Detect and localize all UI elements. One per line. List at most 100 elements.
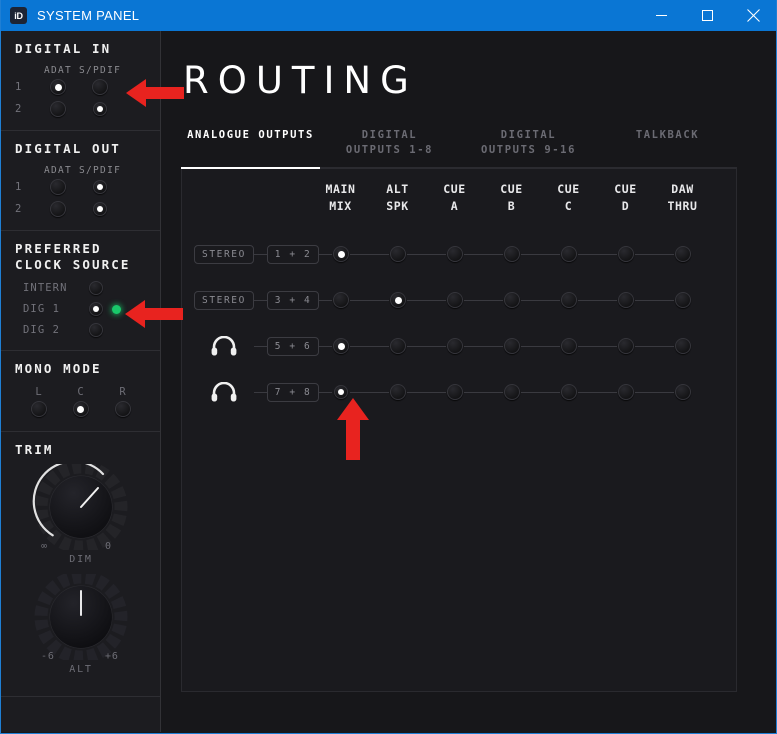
clock-dig1-radio[interactable] xyxy=(89,302,103,316)
arrow-row4-main-mix xyxy=(334,398,372,464)
route-7-8-cue-b[interactable] xyxy=(504,384,520,400)
routing-rows: STEREO 1 + 2 STEREO 3 + 4 5 + 6 7 + 8 xyxy=(182,231,738,415)
route-7-8-cue-d[interactable] xyxy=(618,384,634,400)
route-7-8-cue-a[interactable] xyxy=(447,384,463,400)
clock-option-label: INTERN xyxy=(23,282,68,294)
digital-in-2-adat-radio[interactable] xyxy=(50,101,66,117)
route-5-6-cue-a[interactable] xyxy=(447,338,463,354)
table-row: 7 + 8 xyxy=(182,369,738,415)
alt-knob[interactable] xyxy=(31,574,131,660)
route-3-4-cue-b[interactable] xyxy=(504,292,520,308)
tab-analogue-outputs[interactable]: ANALOGUE OUTPUTS xyxy=(181,128,320,169)
row-type-badge: STEREO xyxy=(194,290,254,310)
clock-dig2-led xyxy=(112,326,121,335)
tab-label-line1: DIGITAL xyxy=(361,129,418,141)
minimize-icon[interactable] xyxy=(638,0,684,31)
column-label-spdif: S/PDIF xyxy=(79,65,122,76)
digital-in-1-adat-radio[interactable] xyxy=(50,79,66,95)
connector xyxy=(464,391,503,393)
col-line1: CUE xyxy=(500,182,523,196)
route-3-4-cue-c[interactable] xyxy=(561,292,577,308)
route-1-2-cue-d[interactable] xyxy=(618,246,634,262)
section-mono-mode: MONO MODE L C R xyxy=(1,351,160,432)
route-1-2-main-mix[interactable] xyxy=(333,246,349,262)
alt-knob-name: ALT xyxy=(69,664,93,675)
digital-out-1-spdif-radio[interactable] xyxy=(93,180,107,194)
connector xyxy=(464,299,503,301)
sidebar-filler xyxy=(1,697,160,732)
headphone-icon xyxy=(194,336,254,356)
col-line1: ALT xyxy=(386,182,409,196)
column-header-cue-b: CUE B xyxy=(483,181,540,215)
route-5-6-cue-c[interactable] xyxy=(561,338,577,354)
col-line1: CUE xyxy=(557,182,580,196)
digital-in-2-spdif-radio[interactable] xyxy=(93,102,107,116)
system-panel-window: iD SYSTEM PANEL DIGITAL IN ADAT S/PDIF 1… xyxy=(0,0,777,734)
route-3-4-alt-spk[interactable] xyxy=(390,292,406,308)
maximize-icon[interactable] xyxy=(684,0,730,31)
headphone-icon xyxy=(194,382,254,402)
route-5-6-cue-d[interactable] xyxy=(618,338,634,354)
connector xyxy=(521,253,560,255)
col-line2: MIX xyxy=(329,199,352,213)
connector xyxy=(578,299,617,301)
digital-in-1-spdif-radio[interactable] xyxy=(92,79,108,95)
digital-out-2-spdif-radio[interactable] xyxy=(93,202,107,216)
route-3-4-daw-thru[interactable] xyxy=(675,292,691,308)
dim-knob-group: ∞ 0 DIM xyxy=(1,464,161,572)
digital-in-title: DIGITAL IN xyxy=(15,41,112,56)
route-1-2-alt-spk[interactable] xyxy=(390,246,406,262)
tab-label-line1: TALKBACK xyxy=(635,129,700,141)
route-3-4-cue-a[interactable] xyxy=(447,292,463,308)
tab-talkback[interactable]: TALKBACK xyxy=(598,128,737,169)
window-controls xyxy=(638,0,776,31)
clock-intern-radio[interactable] xyxy=(89,281,103,295)
row-pair-badge: 1 + 2 xyxy=(267,244,319,264)
mono-c-radio[interactable] xyxy=(72,401,89,417)
dim-knob[interactable] xyxy=(31,464,131,550)
route-5-6-main-mix[interactable] xyxy=(333,338,349,354)
connector xyxy=(254,253,267,255)
route-3-4-cue-d[interactable] xyxy=(618,292,634,308)
column-label-spdif: S/PDIF xyxy=(79,165,122,176)
route-5-6-alt-spk[interactable] xyxy=(390,338,406,354)
tab-digital-outputs-9-16[interactable]: DIGITAL OUTPUTS 9-16 xyxy=(459,128,598,169)
close-icon[interactable] xyxy=(730,0,776,31)
route-7-8-cue-c[interactable] xyxy=(561,384,577,400)
route-7-8-main-mix[interactable] xyxy=(334,385,348,399)
route-1-2-cue-c[interactable] xyxy=(561,246,577,262)
column-header-alt-spk: ALT SPK xyxy=(369,181,426,215)
mono-r-radio[interactable] xyxy=(114,401,131,417)
routing-column-headers: MAIN MIX ALT SPK CUE A CUE B CUE C CUE D… xyxy=(312,181,711,215)
connector xyxy=(521,345,560,347)
route-7-8-daw-thru[interactable] xyxy=(675,384,691,400)
mono-mode-radios xyxy=(1,401,160,417)
clock-intern-led xyxy=(112,284,121,293)
digital-out-1-adat-radio[interactable] xyxy=(50,179,66,195)
route-7-8-alt-spk[interactable] xyxy=(390,384,406,400)
route-5-6-daw-thru[interactable] xyxy=(675,338,691,354)
table-row: 5 + 6 xyxy=(182,323,738,369)
connector xyxy=(578,253,617,255)
route-1-2-cue-b[interactable] xyxy=(504,246,520,262)
connector xyxy=(350,345,389,347)
route-1-2-daw-thru[interactable] xyxy=(675,246,691,262)
trim-title: TRIM xyxy=(15,442,54,457)
connector xyxy=(254,299,267,301)
connector xyxy=(464,253,503,255)
connector xyxy=(254,345,267,347)
clock-dig2-radio[interactable] xyxy=(89,323,103,337)
arrow-clock-dig1 xyxy=(125,297,183,335)
route-1-2-cue-a[interactable] xyxy=(447,246,463,262)
connector xyxy=(319,299,332,301)
clock-option-intern[interactable]: INTERN xyxy=(1,278,160,298)
route-5-6-cue-b[interactable] xyxy=(504,338,520,354)
tab-digital-outputs-1-8[interactable]: DIGITAL OUTPUTS 1-8 xyxy=(320,128,459,169)
connector xyxy=(254,391,267,393)
col-line2: THRU xyxy=(667,199,698,213)
connector xyxy=(407,299,446,301)
digital-out-2-adat-radio[interactable] xyxy=(50,201,66,217)
route-3-4-main-mix[interactable] xyxy=(333,292,349,308)
mono-l-radio[interactable] xyxy=(30,401,47,417)
digital-out-row-1: 1 xyxy=(1,176,160,198)
